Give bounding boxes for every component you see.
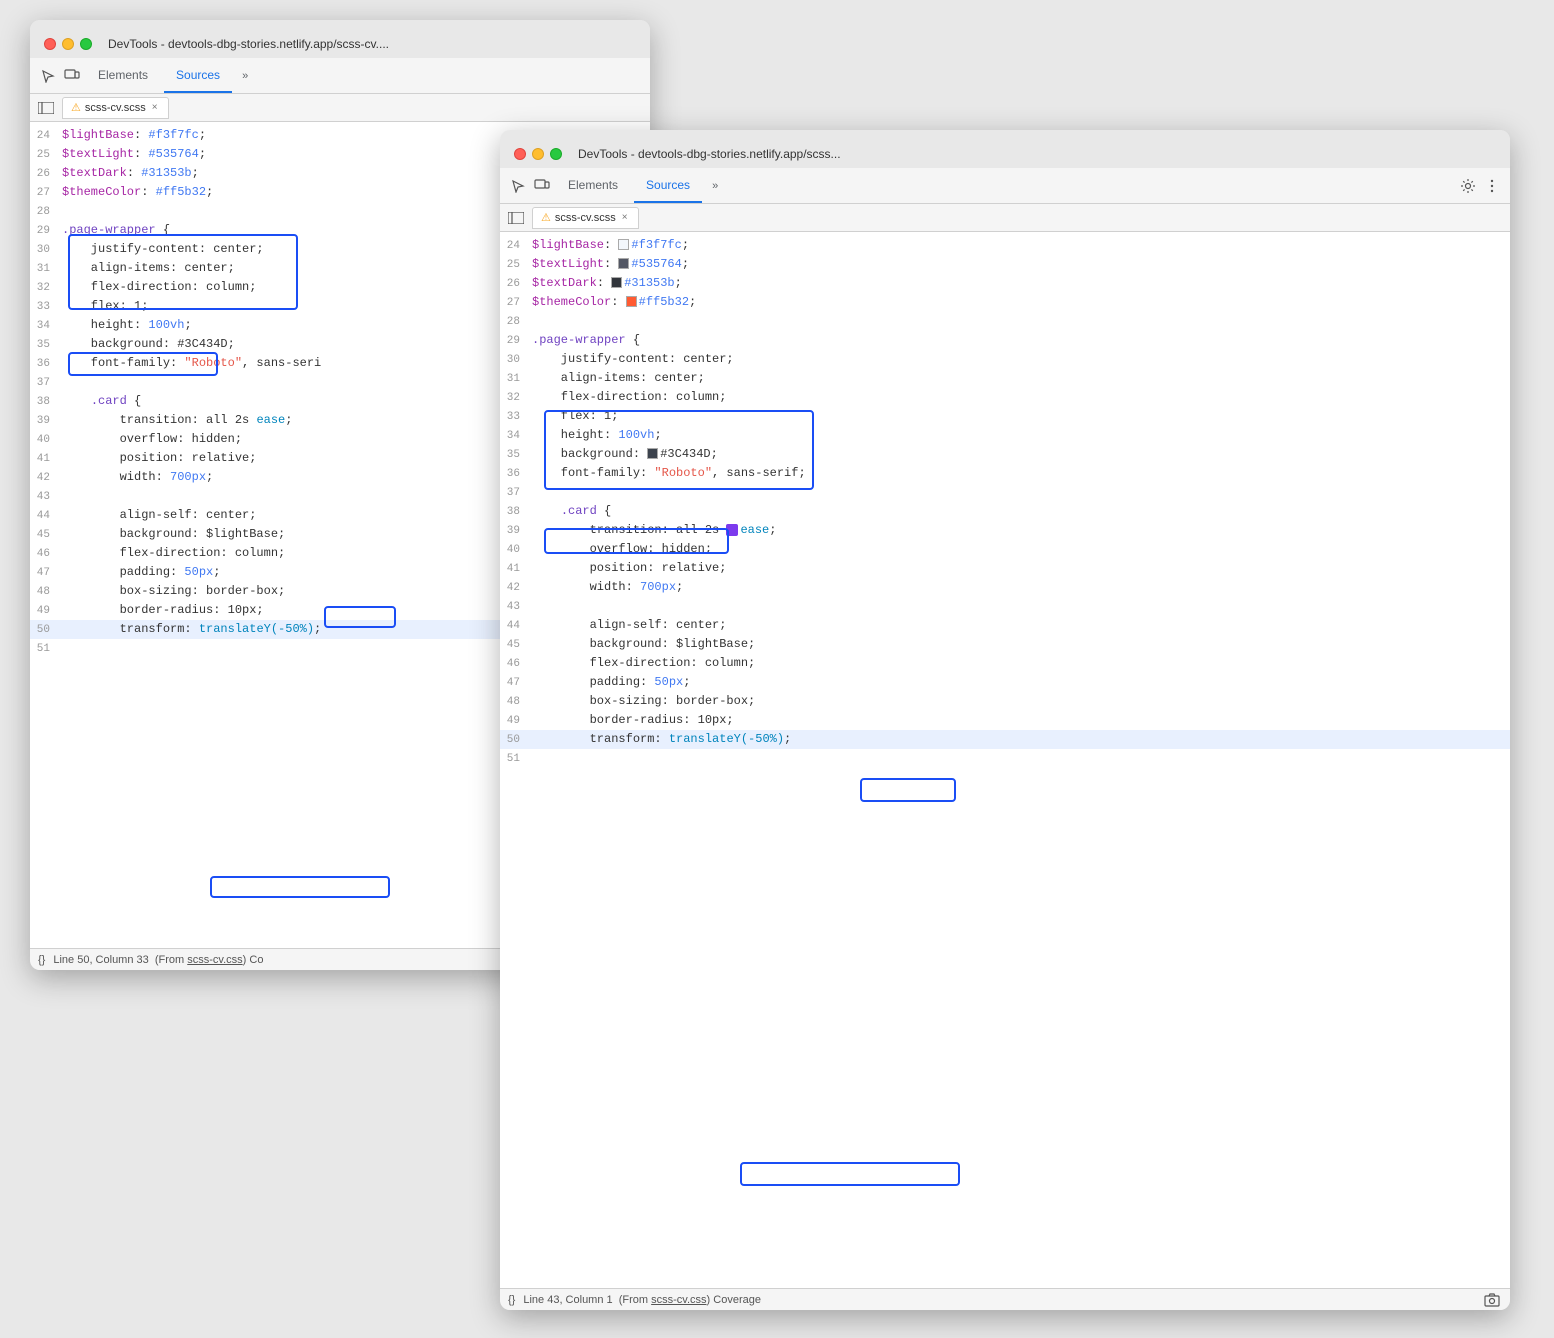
r2-code-line-43: 43 — [500, 597, 1510, 616]
r2-code-line-34: 34 height: 100vh; — [500, 426, 1510, 445]
devtools-window-2[interactable]: DevTools - devtools-dbg-stories.netlify.… — [500, 130, 1510, 1310]
r2-code-line-40: 40 overflow: hidden; — [500, 540, 1510, 559]
r2-code-line-36: 36 font-family: "Roboto", sans-serif; — [500, 464, 1510, 483]
titlebar-2: DevTools - devtools-dbg-stories.netlify.… — [500, 130, 1510, 168]
window-title-2: DevTools - devtools-dbg-stories.netlify.… — [578, 147, 841, 161]
r2-code-line-50: 50 transform: translateY(-50%); — [500, 730, 1510, 749]
r2-code-line-26: 26 $textDark: #31353b; — [500, 274, 1510, 293]
warning-icon-2: ⚠ — [541, 211, 551, 224]
r2-code-line-37: 37 — [500, 483, 1510, 502]
close-button-1[interactable] — [44, 38, 56, 50]
r2-code-line-48: 48 box-sizing: border-box; — [500, 692, 1510, 711]
traffic-lights-2 — [514, 148, 562, 160]
code-editor-2[interactable]: 24 $lightBase: #f3f7fc; 25 $textLight: #… — [500, 232, 1510, 1288]
file-tab-name-2: scss-cv.scss — [555, 212, 616, 224]
r2-code-line-30: 30 justify-content: center; — [500, 350, 1510, 369]
status-bar-2: {} Line 43, Column 1 (From scss-cv.css) … — [500, 1288, 1510, 1310]
sidebar-toggle-2[interactable] — [506, 208, 526, 228]
r2-code-line-33: 33 flex: 1; — [500, 407, 1510, 426]
tab-elements-1[interactable]: Elements — [86, 58, 160, 93]
tab-sources-1[interactable]: Sources — [164, 58, 232, 93]
file-tab-name-1: scss-cv.scss — [85, 102, 146, 114]
minimize-button-1[interactable] — [62, 38, 74, 50]
file-tab-1[interactable]: ⚠ scss-cv.scss × — [62, 97, 169, 119]
r2-code-line-27: 27 $themeColor: #ff5b32; — [500, 293, 1510, 312]
warning-icon-1: ⚠ — [71, 101, 81, 114]
curly-braces-icon-2: {} — [508, 1294, 515, 1306]
r2-code-line-29: 29 .page-wrapper { — [500, 331, 1510, 350]
titlebar-1: DevTools - devtools-dbg-stories.netlify.… — [30, 20, 650, 58]
file-tab-close-2[interactable]: × — [620, 212, 630, 223]
r2-code-line-35: 35 background: #3C434D; — [500, 445, 1510, 464]
tab-elements-2[interactable]: Elements — [556, 168, 630, 203]
device-icon-2[interactable] — [532, 176, 552, 196]
r2-code-line-51: 51 — [500, 749, 1510, 768]
file-tabbar-2: ⚠ scss-cv.scss × — [500, 204, 1510, 232]
file-tab-2[interactable]: ⚠ scss-cv.scss × — [532, 207, 639, 229]
window-title-1: DevTools - devtools-dbg-stories.netlify.… — [108, 37, 389, 51]
screenshot-icon-2[interactable] — [1482, 1290, 1502, 1310]
maximize-button-2[interactable] — [550, 148, 562, 160]
r2-code-line-44: 44 align-self: center; — [500, 616, 1510, 635]
status-text-2: Line 43, Column 1 (From scss-cv.css) Cov… — [523, 1294, 1478, 1306]
cursor-icon-2[interactable] — [508, 176, 528, 196]
r2-code-line-28: 28 — [500, 312, 1510, 331]
more-tabs-1[interactable]: » — [236, 66, 254, 86]
toolbar-2: Elements Sources » — [500, 168, 1510, 204]
file-tabbar-1: ⚠ scss-cv.scss × — [30, 94, 650, 122]
r2-code-line-46: 46 flex-direction: column; — [500, 654, 1510, 673]
r2-code-line-31: 31 align-items: center; — [500, 369, 1510, 388]
sidebar-toggle-1[interactable] — [36, 98, 56, 118]
file-tab-close-1[interactable]: × — [150, 102, 160, 113]
settings-icon-2[interactable] — [1458, 176, 1478, 196]
r2-code-line-47: 47 padding: 50px; — [500, 673, 1510, 692]
device-icon[interactable] — [62, 66, 82, 86]
r2-code-line-49: 49 border-radius: 10px; — [500, 711, 1510, 730]
r2-code-line-39: 39 transition: all 2s ease; — [500, 521, 1510, 540]
r2-code-line-45: 45 background: $lightBase; — [500, 635, 1510, 654]
code-lines-2: 24 $lightBase: #f3f7fc; 25 $textLight: #… — [500, 232, 1510, 1288]
r2-code-line-24: 24 $lightBase: #f3f7fc; — [500, 236, 1510, 255]
r2-code-line-41: 41 position: relative; — [500, 559, 1510, 578]
status-text-1: Line 50, Column 33 (From scss-cv.css) Co — [53, 954, 263, 966]
cursor-icon[interactable] — [38, 66, 58, 86]
kebab-menu-icon-2[interactable] — [1482, 176, 1502, 196]
tab-sources-2[interactable]: Sources — [634, 168, 702, 203]
minimize-button-2[interactable] — [532, 148, 544, 160]
toolbar-1: Elements Sources » — [30, 58, 650, 94]
more-tabs-2[interactable]: » — [706, 176, 724, 196]
r2-code-line-32: 32 flex-direction: column; — [500, 388, 1510, 407]
r2-code-line-42: 42 width: 700px; — [500, 578, 1510, 597]
close-button-2[interactable] — [514, 148, 526, 160]
traffic-lights-1 — [44, 38, 92, 50]
curly-braces-icon-1: {} — [38, 954, 45, 966]
r2-code-line-38: 38 .card { — [500, 502, 1510, 521]
maximize-button-1[interactable] — [80, 38, 92, 50]
r2-code-line-25: 25 $textLight: #535764; — [500, 255, 1510, 274]
